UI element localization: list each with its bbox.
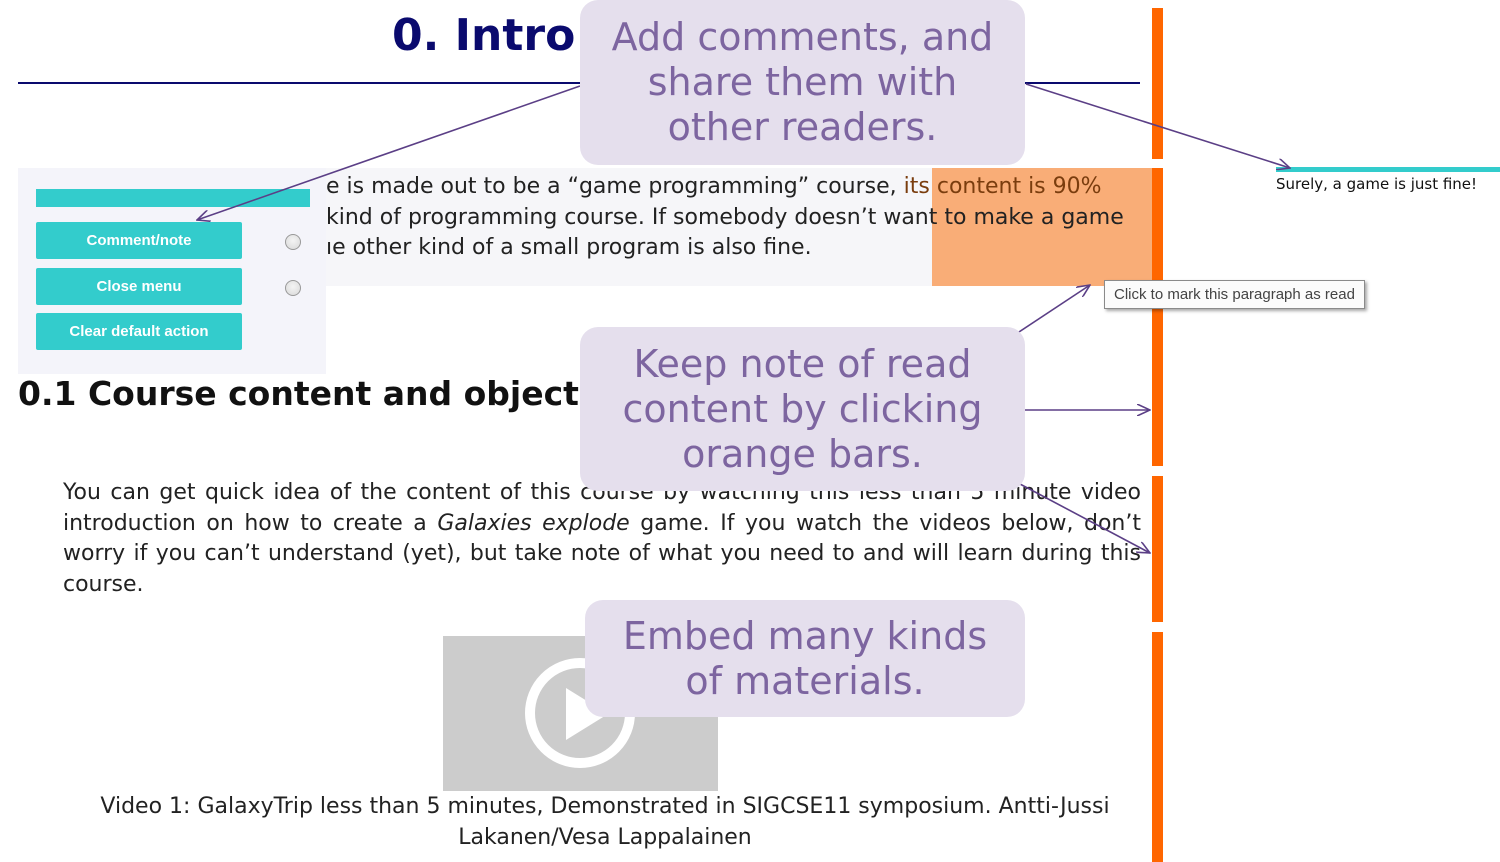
- callout-embed-materials: Embed many kinds of materials.: [585, 600, 1025, 717]
- callout-comments: Add comments, and share them with other …: [580, 0, 1025, 165]
- arrow-to-comment: [1025, 83, 1290, 168]
- callout-read-content: Keep note of read content by clicking or…: [580, 327, 1025, 491]
- arrow-to-tooltip: [1015, 285, 1090, 335]
- arrow-to-body-bar: [1019, 483, 1150, 553]
- arrow-to-menu: [197, 85, 581, 220]
